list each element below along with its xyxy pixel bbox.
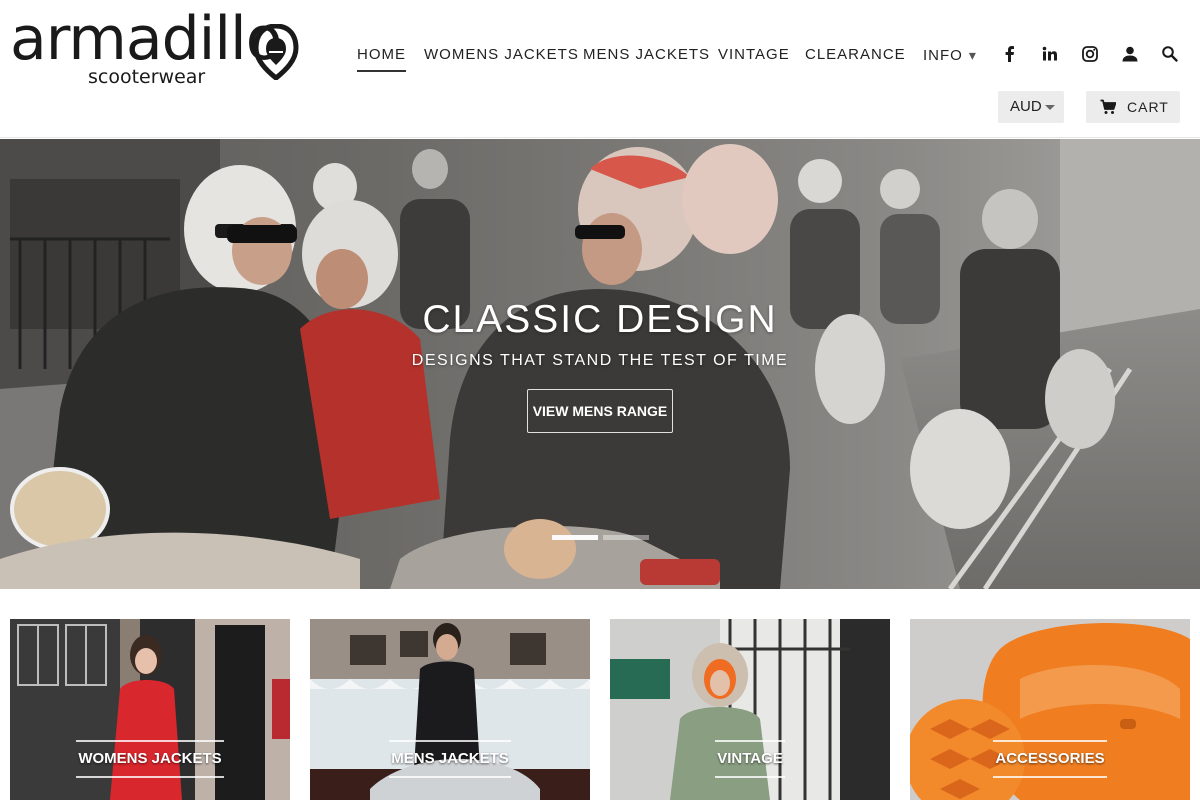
- logo-tagline: scooterwear: [88, 66, 206, 88]
- account-icon[interactable]: [1121, 45, 1139, 63]
- nav-vintage[interactable]: VINTAGE: [718, 44, 790, 66]
- linkedin-icon[interactable]: [1041, 45, 1059, 63]
- hero-title: CLASSIC DESIGN: [422, 298, 778, 341]
- collection-label-accessories: ACCESSORIES: [993, 740, 1107, 778]
- main-nav: HOME WOMENS JACKETS MENS JACKETS VINTAGE…: [0, 44, 1200, 72]
- currency-select[interactable]: AUD: [998, 91, 1064, 123]
- view-mens-range-button[interactable]: VIEW MENS RANGE: [527, 389, 673, 433]
- caret-down-icon: [1045, 105, 1055, 110]
- hero-slider[interactable]: CLASSIC DESIGN DESIGNS THAT STAND THE TE…: [0, 139, 1200, 589]
- slider-dot-2[interactable]: [603, 535, 649, 540]
- search-icon[interactable]: [1161, 45, 1179, 63]
- instagram-icon[interactable]: [1081, 45, 1099, 63]
- chevron-down-icon: ▾: [968, 47, 977, 63]
- nav-mens-jackets[interactable]: MENS JACKETS: [583, 44, 710, 66]
- collection-tile-mens[interactable]: MENS JACKETS: [310, 619, 590, 800]
- nav-clearance[interactable]: CLEARANCE: [805, 44, 906, 66]
- cart-label: CART: [1127, 99, 1169, 115]
- site-header: armadillo scooterwear HOME WOMENS JACKET…: [0, 0, 1200, 138]
- currency-value: AUD: [1010, 98, 1042, 115]
- cart-button[interactable]: CART: [1086, 91, 1180, 123]
- collection-label-mens: MENS JACKETS: [389, 740, 511, 778]
- collection-label-womens: WOMENS JACKETS: [76, 740, 224, 778]
- cart-icon: [1100, 99, 1116, 114]
- slider-dot-1[interactable]: [552, 535, 598, 540]
- nav-info-dropdown[interactable]: INFO ▾: [923, 44, 977, 67]
- nav-info-label: INFO: [923, 47, 963, 64]
- collection-tile-womens[interactable]: WOMENS JACKETS: [10, 619, 290, 800]
- nav-womens-jackets[interactable]: WOMENS JACKETS: [424, 44, 579, 66]
- hero-subtitle: DESIGNS THAT STAND THE TEST OF TIME: [411, 352, 789, 369]
- collection-label-vintage: VINTAGE: [715, 740, 785, 778]
- facebook-icon[interactable]: [1001, 45, 1019, 63]
- nav-home[interactable]: HOME: [357, 44, 406, 72]
- collection-tile-accessories[interactable]: ACCESSORIES: [910, 619, 1190, 800]
- collection-tile-vintage[interactable]: VINTAGE: [610, 619, 890, 800]
